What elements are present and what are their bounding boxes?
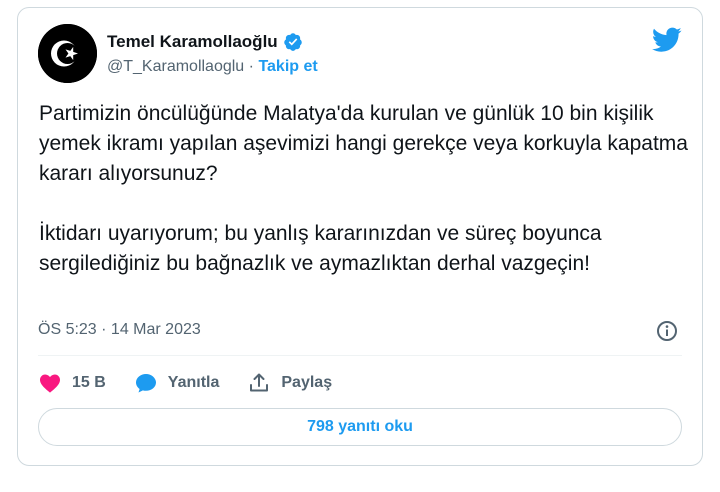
reply-button[interactable]: Yanıtla <box>134 371 220 395</box>
read-replies-button[interactable]: 798 yanıtı oku <box>38 408 682 446</box>
tweet-card: Temel Karamollaoğlu @T_Karamollaoglu · T… <box>17 7 703 466</box>
like-button[interactable]: 15 B <box>38 371 106 395</box>
share-label: Paylaş <box>281 374 333 391</box>
crescent-star-icon <box>38 24 97 83</box>
author-handle-row: @T_Karamollaoglu · Takip et <box>107 58 318 76</box>
author-name[interactable]: Temel Karamollaoğlu <box>107 32 278 52</box>
reply-bubble-icon <box>135 374 156 393</box>
action-bar: 15 B Yanıtla Paylaş <box>38 370 360 396</box>
like-count: 15 B <box>72 374 106 391</box>
reply-label: Yanıtla <box>167 374 220 391</box>
share-icon <box>250 373 269 392</box>
tweet-timestamp[interactable]: ÖS 5:23 · 14 Mar 2023 <box>38 321 201 339</box>
author-name-row[interactable]: Temel Karamollaoğlu <box>107 32 303 52</box>
share-button[interactable]: Paylaş <box>247 371 332 395</box>
avatar[interactable] <box>38 24 97 83</box>
follow-link[interactable]: Takip et <box>258 58 317 75</box>
verified-badge-icon <box>283 33 302 51</box>
tweet-text: Partimizin öncülüğünde Malatya'da kurula… <box>39 102 688 275</box>
divider <box>38 355 682 356</box>
author-handle[interactable]: @T_Karamollaoglu <box>107 58 244 75</box>
info-icon[interactable] <box>655 319 679 343</box>
separator-dot: · <box>248 58 254 75</box>
heart-icon <box>40 374 60 393</box>
twitter-bird-icon[interactable] <box>652 27 682 53</box>
